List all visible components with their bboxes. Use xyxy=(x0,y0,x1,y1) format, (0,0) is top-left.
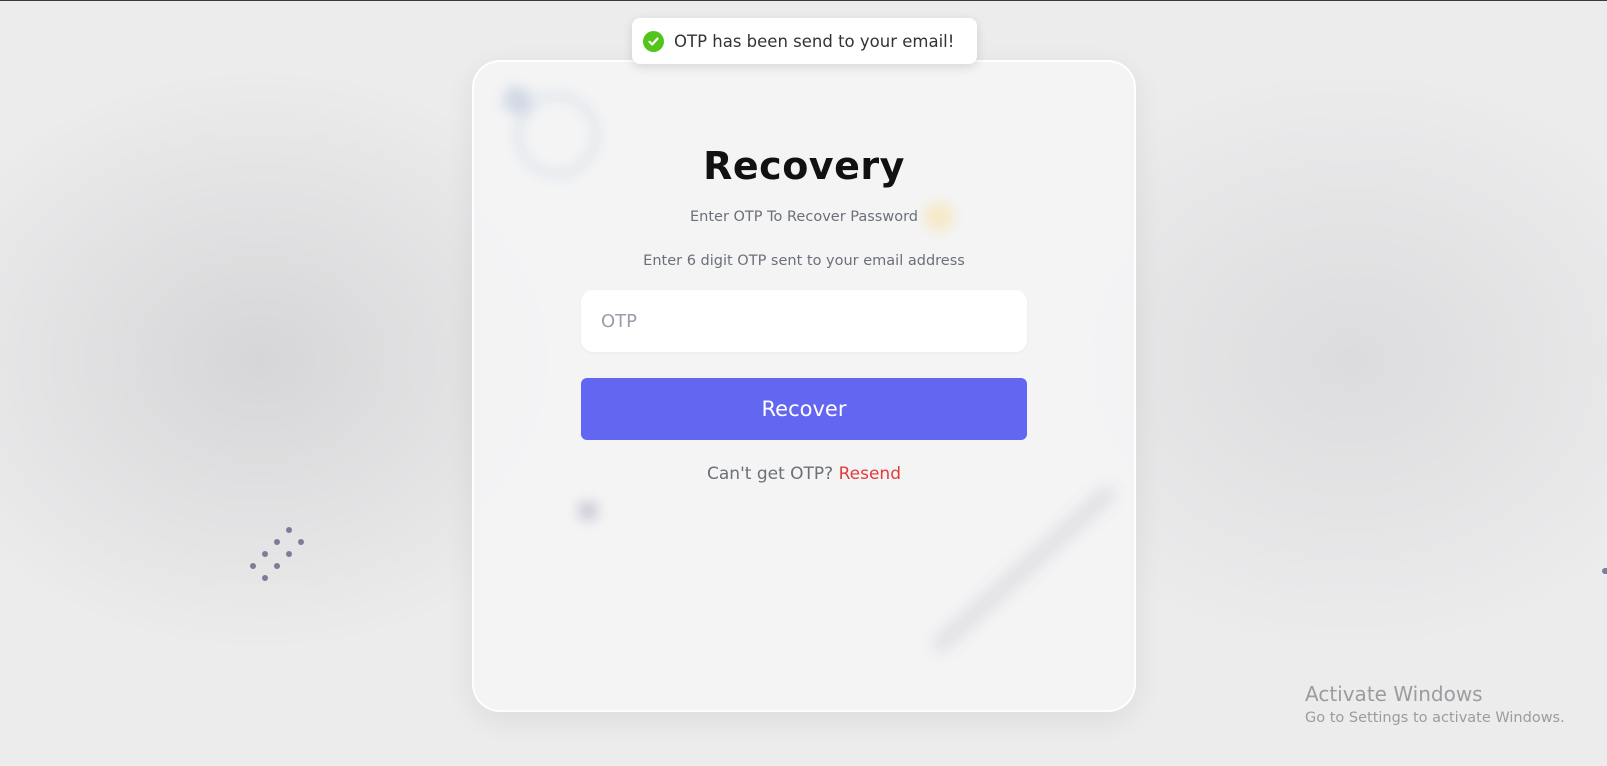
windows-activation-watermark: Activate Windows Go to Settings to activ… xyxy=(1305,682,1565,726)
decorative-edge-dot xyxy=(1602,568,1607,574)
recover-button[interactable]: Recover xyxy=(581,378,1027,440)
toast-notification: OTP has been send to your email! xyxy=(632,18,977,64)
toast-message: OTP has been send to your email! xyxy=(674,31,955,51)
watermark-title: Activate Windows xyxy=(1305,682,1483,706)
decorative-dots xyxy=(246,527,306,587)
check-circle-icon xyxy=(643,30,664,52)
page-subtitle: Enter OTP To Recover Password xyxy=(689,209,918,225)
resend-prompt: Can't get OTP? xyxy=(707,464,834,484)
resend-link[interactable]: Resend xyxy=(839,464,901,484)
decorative-small-square xyxy=(579,502,597,520)
otp-hint: Enter 6 digit OTP sent to your email add… xyxy=(643,253,965,269)
watermark-subtitle: Go to Settings to activate Windows. xyxy=(1305,710,1565,726)
otp-input[interactable] xyxy=(581,290,1027,352)
recovery-card: Recovery Enter OTP To Recover Password E… xyxy=(472,60,1136,712)
resend-row: Can't get OTP? Resend xyxy=(474,464,1134,484)
page-title: Recovery xyxy=(703,144,905,188)
decorative-line xyxy=(930,483,1118,655)
